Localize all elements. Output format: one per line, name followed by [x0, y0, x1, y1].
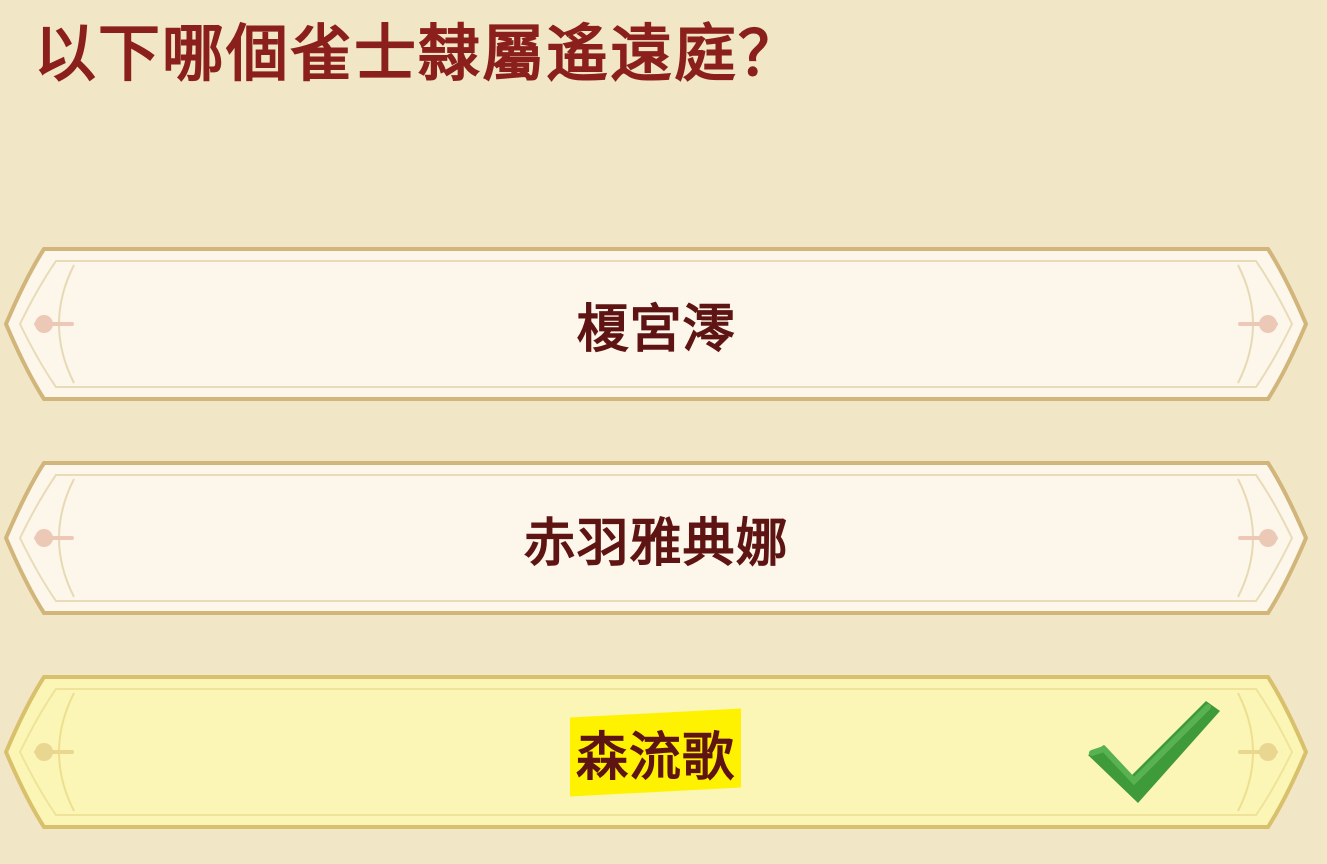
option-label: 榎宮澪 — [576, 299, 736, 360]
option-label: 赤羽雅典娜 — [523, 513, 789, 574]
answer-option-1[interactable]: 榎宮澪 — [4, 247, 1308, 401]
option-label: 森流歌 — [576, 727, 736, 788]
answer-option-2[interactable]: 赤羽雅典娜 — [4, 461, 1308, 615]
checkmark-icon — [1088, 701, 1220, 803]
highlighted-answer: 森流歌 — [570, 708, 742, 796]
question-text: 以下哪個雀士隸屬遙遠庭？ — [34, 17, 803, 90]
answer-option-3-correct[interactable]: 森流歌 — [4, 675, 1308, 829]
